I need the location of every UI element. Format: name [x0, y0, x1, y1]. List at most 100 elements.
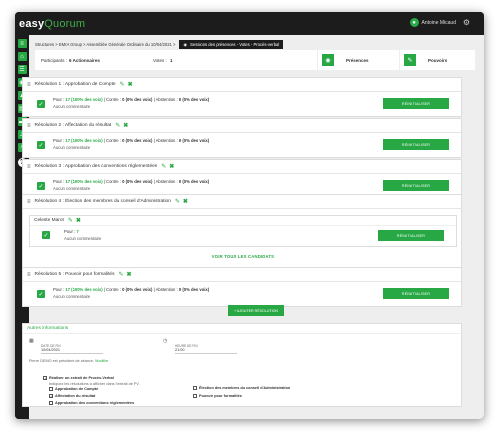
menu-icon[interactable]: ≡: [17, 39, 27, 48]
eye-icon: ◉: [183, 41, 188, 47]
delete-icon[interactable]: ✖: [169, 163, 174, 170]
presences-label: Présences: [346, 57, 369, 63]
reset-button[interactable]: RÉINITIALISER: [383, 98, 449, 109]
resolution-card: ≡ Résolution 3 : Approbation des convent…: [22, 159, 462, 199]
reset-button[interactable]: RÉINITIALISER: [378, 230, 444, 241]
drag-handle-icon[interactable]: ≡: [27, 164, 31, 170]
checkbox-unchecked[interactable]: [193, 394, 197, 398]
vote-summary: Pour : 7: [64, 229, 79, 234]
abstention-label: Abstention :: [155, 179, 178, 184]
edit-icon[interactable]: ✎: [175, 198, 180, 205]
list-icon[interactable]: ☰: [17, 65, 27, 74]
separator: |: [153, 179, 155, 184]
edit-icon[interactable]: ✎: [120, 81, 125, 88]
votes-value: 1: [170, 57, 173, 63]
edit-icon[interactable]: ✎: [115, 122, 120, 129]
pouvoirs-button[interactable]: ✎ Pouvoirs: [399, 50, 475, 70]
breadcrumb-path[interactable]: Structures > EMrA Group > Assemblée Géné…: [35, 42, 175, 47]
president-text: Pierre DEMO est président de séance.: [29, 359, 94, 363]
reset-button[interactable]: RÉINITIALISER: [383, 139, 449, 150]
add-resolution-button[interactable]: + AJOUTER RÉSOLUTION: [228, 305, 284, 316]
candidate-card: Celeste Marot ✎ ✖ ✓ Pour : 7 Aucun comme…: [29, 215, 457, 247]
end-hour-value[interactable]: 21:00: [175, 348, 237, 354]
drag-handle-icon[interactable]: ≡: [27, 123, 31, 129]
delete-icon[interactable]: ✖: [128, 81, 133, 88]
pour-value: 17 (100% des voix): [65, 97, 103, 102]
pv-check-label: Affectation du résultat: [55, 394, 96, 398]
presences-button[interactable]: ◉ Présences: [317, 50, 393, 70]
contre-label: Contre :: [106, 179, 121, 184]
pour-label: Pour :: [64, 229, 76, 234]
pv-extract-label: Réaliser un extrait de Procès-Verbal: [49, 376, 114, 380]
reset-button[interactable]: RÉINITIALISER: [383, 180, 449, 191]
checkbox-checked[interactable]: ✓: [37, 290, 45, 298]
delete-icon[interactable]: ✖: [123, 122, 128, 129]
end-date-field[interactable]: ▦ DATE DE FIN 10/04/2021: [29, 338, 103, 354]
drag-handle-icon[interactable]: ≡: [27, 199, 31, 205]
abstention-label: Abstention :: [155, 97, 178, 102]
home-icon[interactable]: ⌂: [17, 52, 27, 61]
pv-check-label: Approbation de Compte: [55, 387, 99, 391]
end-date-value[interactable]: 10/04/2021: [41, 348, 103, 354]
edit-icon[interactable]: ✎: [161, 163, 166, 170]
candidate-header: Celeste Marot ✎ ✖: [30, 216, 456, 226]
abstention-label: Abstention :: [155, 138, 178, 143]
user-menu[interactable]: ● Antoine Micaud: [409, 18, 456, 27]
view-all-candidates-link[interactable]: VOIR TOUS LES CANDIDATS: [23, 254, 463, 259]
pv-extract-checkbox[interactable]: ✓ Réaliser un extrait de Procès-Verbal: [43, 376, 114, 381]
separator: |: [103, 287, 105, 292]
pv-check-item[interactable]: Pouvoir pour formalités: [193, 394, 242, 398]
pv-check-item[interactable]: Élection des membres du conseil d'Admini…: [193, 386, 290, 390]
clock-icon: ◷: [163, 338, 168, 344]
checkbox-checked[interactable]: ✓: [37, 141, 45, 149]
pv-check-item[interactable]: Approbation des conventions réglementées: [49, 401, 134, 405]
contre-value: 0 (0% des voix): [122, 97, 153, 102]
checkbox-checked[interactable]: ✓: [37, 100, 45, 108]
contre-label: Contre :: [106, 97, 121, 102]
pen-icon: ✎: [404, 54, 416, 66]
edit-icon[interactable]: ✎: [68, 217, 73, 224]
delete-icon[interactable]: ✖: [76, 217, 81, 224]
resolution-body: ✓ Pour : 17 (100% des voix) | Contre : 0…: [23, 282, 461, 306]
checkbox-checked[interactable]: ✓: [49, 394, 53, 399]
edit-icon[interactable]: ✎: [119, 271, 124, 278]
delete-icon[interactable]: ✖: [183, 198, 188, 205]
pv-check-label: Élection des membres du conseil d'Admini…: [199, 386, 291, 390]
logo-prefix: easy: [19, 17, 45, 30]
end-hour-field[interactable]: ◷ HEURE DE FIN 21:00: [163, 338, 237, 354]
user-icon: ●: [409, 18, 419, 27]
gear-icon[interactable]: ⚙: [463, 18, 470, 28]
resolution-card: ≡ Résolution 1 : Approbation de Compte ✎…: [22, 77, 462, 117]
abstention-value: 0 (0% des voix): [178, 287, 210, 292]
resolution-comment: Aucun commentaire: [53, 186, 91, 191]
vote-summary: Pour : 17 (100% des voix) | Contre : 0 (…: [53, 97, 209, 102]
checkbox-unchecked[interactable]: [49, 401, 53, 405]
checkbox-unchecked[interactable]: [49, 387, 53, 391]
pv-check-label: Pouvoir pour formalités: [199, 394, 242, 398]
contre-value: 0 (0% des voix): [122, 287, 153, 292]
checkbox-checked[interactable]: ✓: [37, 182, 45, 190]
checkbox-checked[interactable]: ✓: [42, 231, 50, 239]
participants-label: Participants :: [41, 57, 68, 63]
modify-link[interactable]: Modifier: [95, 359, 109, 363]
pv-check-item[interactable]: Approbation de Compte: [49, 387, 98, 391]
resolution-body: ✓ Pour : 17 (100% des voix) | Contre : 0…: [23, 133, 461, 157]
other-info-panel: Autres informations ▦ DATE DE FIN 10/04/…: [22, 323, 462, 407]
pv-check-item[interactable]: ✓ Affectation du résultat: [49, 394, 96, 399]
reset-button[interactable]: RÉINITIALISER: [383, 288, 449, 299]
pv-hint: Indiquez les résolutions à afficher dans…: [49, 382, 140, 386]
checkbox-unchecked[interactable]: [193, 386, 197, 390]
resolution-card: ≡ Résolution 4 : Élection des membres du…: [22, 194, 462, 268]
resolution-card: ≡ Résolution 5 : Pouvoir pour formalités…: [22, 267, 462, 307]
contre-value: 0 (0% des voix): [122, 179, 153, 184]
president-line: Pierre DEMO est président de séance. Mod…: [29, 359, 109, 363]
drag-handle-icon[interactable]: ≡: [27, 272, 31, 278]
pour-label: Pour :: [53, 179, 65, 184]
resolution-comment: Aucun commentaire: [53, 104, 91, 109]
logo[interactable]: easyQuorum: [19, 18, 85, 30]
drag-handle-icon[interactable]: ≡: [27, 82, 31, 88]
delete-icon[interactable]: ✖: [127, 271, 132, 278]
participants-value: 6 Actionnaires: [69, 57, 100, 63]
checkbox-checked[interactable]: ✓: [43, 376, 47, 381]
session-info-bar: Participants : 6 Actionnaires Votes : 1 …: [35, 50, 475, 70]
